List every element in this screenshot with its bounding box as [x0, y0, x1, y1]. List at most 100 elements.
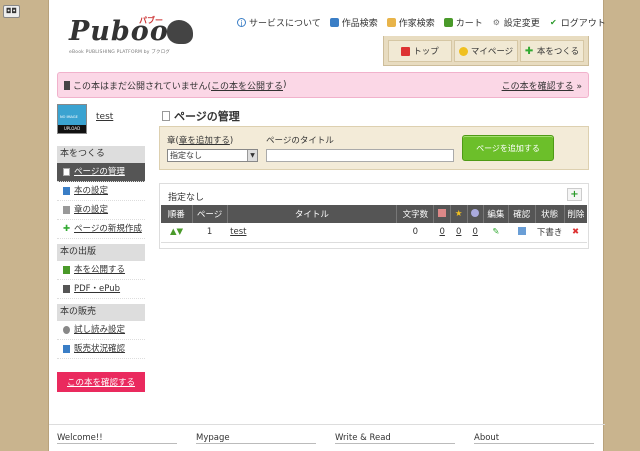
page-table-box: 指定なし + 順番 ページ タイトル 文字数 ★ 編集 確認 状態 削除 ▲▼ …	[159, 183, 589, 249]
sidebar-item-new-page[interactable]: ✚ ページの新規作成	[57, 220, 145, 239]
nav-about[interactable]: i サービスについて	[237, 16, 321, 29]
app-menu-icon[interactable]: ◘◘	[3, 5, 20, 18]
chapter-label-end: )	[229, 136, 234, 146]
nav-about-label: サービスについて	[249, 19, 321, 29]
sidebar-item-label: 試し読み設定	[74, 324, 126, 335]
col-status: 状態	[535, 205, 565, 223]
comment-icon	[471, 208, 480, 217]
sidebar-item-publish-book[interactable]: 本を公開する	[57, 261, 145, 280]
publish-icon	[63, 266, 70, 274]
avatar[interactable]: NO IMAGE UPLOAD	[57, 104, 87, 134]
bookmark-icon	[438, 208, 447, 217]
page-title-input[interactable]	[266, 149, 454, 162]
plus-icon: ✚	[63, 224, 71, 234]
add-page-button[interactable]: ページを追加する	[462, 135, 554, 161]
add-page-form: 章(章を追加する) ページのタイトル 指定なし ▼ ページを追加する	[159, 126, 589, 170]
chapter-select[interactable]: 指定なし ▼	[167, 149, 258, 162]
eye-icon	[63, 326, 70, 334]
hedgehog-icon	[167, 20, 193, 44]
col-title: タイトル	[227, 205, 398, 223]
col-edit: 編集	[483, 205, 509, 223]
nav-settings-label: 設定変更	[503, 19, 540, 29]
count2-cell: 0	[450, 223, 467, 243]
nav-cart[interactable]: カート	[443, 16, 483, 29]
footer-mypage: Mypage	[188, 425, 327, 451]
nav-settings[interactable]: ⚙ 設定変更	[492, 16, 540, 29]
sidebar-item-label: ページの新規作成	[74, 223, 142, 234]
chevron-down-icon: ▼	[247, 150, 257, 161]
page-table: 順番 ページ タイトル 文字数 ★ 編集 確認 状態 削除 ▲▼ 1 test …	[161, 205, 587, 243]
pencil-icon[interactable]: ✎	[492, 227, 499, 237]
sidebar-header-publish: 本の出版	[57, 244, 145, 261]
add-chapter-link[interactable]: 章を追加する	[179, 136, 230, 146]
delete-cell: ✖	[564, 223, 587, 243]
footer: Welcome!! Mypage Write & Read About	[49, 424, 605, 451]
footer-write-read: Write & Read	[327, 425, 466, 451]
delete-icon[interactable]: ✖	[572, 227, 579, 237]
nav-book-search-label: 作品検索	[341, 19, 378, 29]
comment-count-link[interactable]: 0	[473, 227, 478, 237]
avatar-placeholder-text: NO IMAGE	[60, 115, 78, 119]
star-count-link[interactable]: 0	[456, 227, 461, 237]
col-page: ページ	[192, 205, 228, 223]
arrow-icon: »	[576, 81, 582, 92]
page-title-link[interactable]: test	[230, 227, 246, 237]
check-icon: ✔	[549, 18, 557, 27]
chapter-label-text: 章(	[167, 136, 179, 146]
plus-icon: ✚	[524, 45, 534, 57]
nav-logout[interactable]: ✔ ログアウト	[549, 16, 606, 29]
nav-author-search-label: 作家検索	[398, 19, 435, 29]
sidebar-item-label: ページの管理	[74, 166, 125, 177]
info-icon: i	[237, 18, 246, 28]
book-icon[interactable]	[517, 226, 526, 235]
tab-top[interactable]: トップ	[388, 40, 452, 62]
chars-cell: 0	[396, 223, 434, 243]
book-icon	[329, 18, 339, 27]
logo-subtitle: eBook PUBLISHING PLATFORM by ブクログ	[69, 50, 171, 55]
document-icon	[162, 111, 170, 121]
sidebar-item-trial-settings[interactable]: 試し読み設定	[57, 321, 145, 340]
publish-link[interactable]: この本を公開する	[211, 79, 283, 92]
title-cell: test	[227, 223, 397, 243]
phone-icon	[64, 80, 70, 90]
sidebar-header-sales: 本の販売	[57, 304, 145, 321]
col-chars: 文字数	[396, 205, 435, 223]
main-tabs: トップ マイページ ✚ 本をつくる	[383, 36, 589, 66]
bookmark-count-link[interactable]: 0	[439, 227, 444, 237]
sidebar-item-sales-status[interactable]: 販売状況確認	[57, 340, 145, 359]
view-cell	[508, 223, 536, 243]
sidebar-item-page-management[interactable]: ページの管理	[57, 163, 145, 182]
confirm-book-link[interactable]: この本を確認する	[502, 82, 574, 92]
puboo-logo[interactable]: Puboo パブー eBook PUBLISHING PLATFORM by ブ…	[69, 14, 193, 56]
confirm-book-button-label: この本を確認する	[66, 378, 135, 388]
tab-create-book-label: 本をつくる	[536, 47, 580, 57]
arrow-down-icon[interactable]: ▼	[177, 227, 184, 237]
page-title-text: ページの管理	[174, 110, 240, 123]
sidebar-item-chapter-settings[interactable]: 章の設定	[57, 201, 145, 220]
tab-create-book[interactable]: ✚ 本をつくる	[520, 40, 584, 62]
tab-mypage[interactable]: マイページ	[454, 40, 518, 62]
footer-about: About	[466, 425, 605, 451]
nav-book-search[interactable]: 作品検索	[329, 16, 378, 29]
sidebar-section-sales: 本の販売 試し読み設定 販売状況確認	[57, 304, 145, 359]
add-row-button[interactable]: +	[567, 188, 582, 201]
avatar-upload-bar: UPLOAD	[58, 125, 86, 133]
edit-cell: ✎	[483, 223, 509, 243]
sidebar-item-pdf-epub[interactable]: PDF・ePub	[57, 280, 145, 299]
sidebar-item-label: 本の設定	[74, 185, 109, 196]
table-header-row: 順番 ページ タイトル 文字数 ★ 編集 確認 状態 削除	[161, 205, 587, 223]
col-delete: 削除	[564, 205, 587, 223]
nav-author-search[interactable]: 作家検索	[386, 16, 435, 29]
sidebar-item-label: 本を公開する	[74, 264, 126, 275]
gear-icon: ⚙	[492, 18, 500, 27]
alert-right: この本を確認する »	[502, 79, 582, 92]
sidebar-section-publish: 本の出版 本を公開する PDF・ePub	[57, 244, 145, 299]
tab-top-label: トップ	[413, 47, 439, 57]
col-view: 確認	[508, 205, 536, 223]
count1-cell: 0	[433, 223, 451, 243]
user-name-link[interactable]: test	[96, 112, 113, 122]
footer-welcome: Welcome!!	[49, 425, 188, 451]
sidebar-item-label: 章の設定	[74, 204, 109, 215]
sidebar-item-book-settings[interactable]: 本の設定	[57, 182, 145, 201]
confirm-book-button[interactable]: この本を確認する	[57, 372, 145, 392]
